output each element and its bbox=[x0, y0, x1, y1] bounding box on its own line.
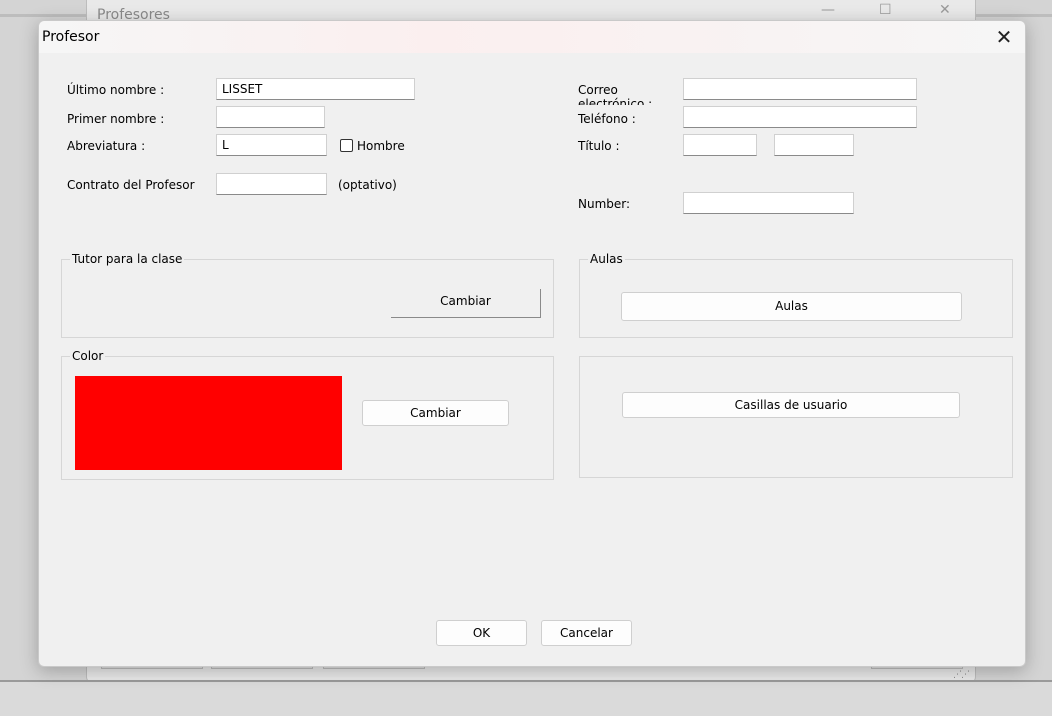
color-group: Color Cambiar bbox=[61, 349, 554, 480]
user-fields-button[interactable]: Casillas de usuario bbox=[622, 392, 960, 418]
aulas-button[interactable]: Aulas bbox=[621, 292, 962, 321]
abbreviation-label: Abreviatura : bbox=[67, 139, 146, 153]
email-field[interactable] bbox=[683, 78, 917, 100]
male-checkbox-label: Hombre bbox=[357, 139, 405, 153]
maximize-icon[interactable]: ☐ bbox=[879, 2, 892, 18]
dialog-title: Profesor bbox=[42, 29, 100, 45]
first-name-label: Primer nombre : bbox=[67, 112, 165, 126]
tutor-group-title: Tutor para la clase bbox=[70, 252, 185, 266]
tutor-change-button[interactable]: Cambiar bbox=[391, 289, 541, 318]
phone-field[interactable] bbox=[683, 106, 917, 128]
cancel-button[interactable]: Cancelar bbox=[541, 620, 632, 646]
aulas-group-title: Aulas bbox=[588, 252, 625, 266]
background-status-area bbox=[0, 680, 1052, 716]
ok-button[interactable]: OK bbox=[436, 620, 527, 646]
contract-label: Contrato del Profesor bbox=[67, 178, 195, 192]
title-field-1[interactable] bbox=[683, 134, 757, 156]
resize-grip-icon[interactable]: ⋰⋰ bbox=[953, 670, 970, 680]
male-checkbox[interactable] bbox=[340, 139, 353, 152]
number-field[interactable] bbox=[683, 192, 854, 214]
first-name-field[interactable] bbox=[216, 106, 325, 128]
contract-field[interactable] bbox=[216, 173, 327, 195]
minimize-icon[interactable]: — bbox=[821, 2, 835, 18]
background-close-icon[interactable]: ✕ bbox=[939, 2, 951, 18]
number-label: Number: bbox=[578, 197, 631, 211]
abbreviation-field[interactable] bbox=[216, 134, 327, 156]
dialog-titlebar[interactable]: Profesor ✕ bbox=[39, 21, 1025, 53]
phone-label: Teléfono : bbox=[578, 112, 636, 126]
color-group-title: Color bbox=[70, 349, 106, 363]
title-label: Título : bbox=[578, 139, 620, 153]
close-icon[interactable]: ✕ bbox=[991, 25, 1017, 49]
last-name-label: Último nombre : bbox=[67, 83, 165, 97]
aulas-group: Aulas Aulas bbox=[579, 252, 1013, 338]
user-fields-group: Casillas de usuario bbox=[579, 356, 1013, 478]
color-change-button[interactable]: Cambiar bbox=[362, 400, 509, 426]
last-name-field[interactable] bbox=[216, 78, 415, 100]
email-label: Correo electrónico : bbox=[578, 83, 653, 105]
color-swatch bbox=[75, 376, 342, 470]
contract-hint: (optativo) bbox=[338, 178, 397, 192]
profesor-dialog: Profesor ✕ Último nombre : Primer nombre… bbox=[38, 20, 1026, 667]
title-field-2[interactable] bbox=[774, 134, 854, 156]
tutor-group: Tutor para la clase Cambiar bbox=[61, 252, 554, 338]
